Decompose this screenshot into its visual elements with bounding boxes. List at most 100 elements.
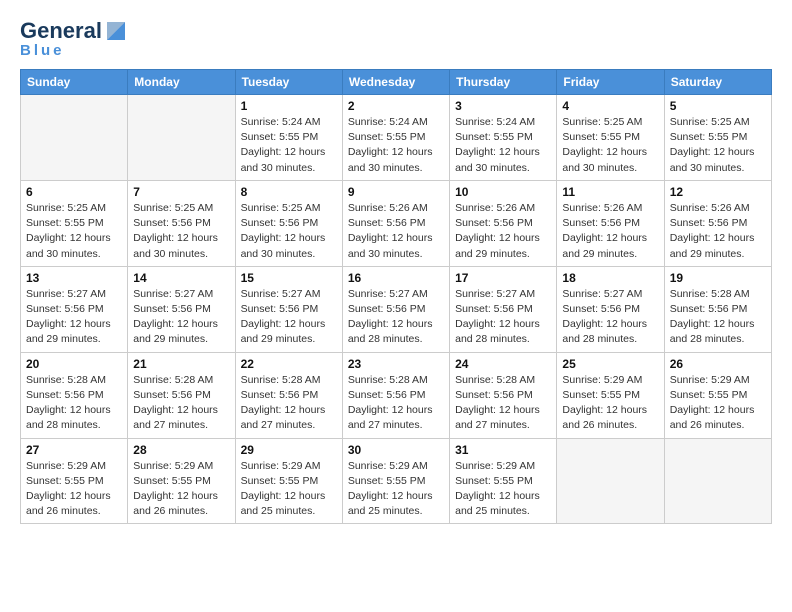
day-info: Sunrise: 5:29 AMSunset: 5:55 PMDaylight:… [562, 373, 658, 434]
day-info: Sunrise: 5:28 AMSunset: 5:56 PMDaylight:… [670, 287, 766, 348]
day-info: Sunrise: 5:27 AMSunset: 5:56 PMDaylight:… [562, 287, 658, 348]
day-number: 19 [670, 271, 766, 285]
day-number: 6 [26, 185, 122, 199]
day-number: 8 [241, 185, 337, 199]
day-info: Sunrise: 5:29 AMSunset: 5:55 PMDaylight:… [455, 459, 551, 520]
day-number: 7 [133, 185, 229, 199]
weekday-header-row: SundayMondayTuesdayWednesdayThursdayFrid… [21, 70, 772, 95]
day-info: Sunrise: 5:27 AMSunset: 5:56 PMDaylight:… [133, 287, 229, 348]
calendar-cell: 16 Sunrise: 5:27 AMSunset: 5:56 PMDayligh… [342, 266, 449, 352]
calendar-cell: 14 Sunrise: 5:27 AMSunset: 5:56 PMDayligh… [128, 266, 235, 352]
day-number: 4 [562, 99, 658, 113]
week-row-4: 20 Sunrise: 5:28 AMSunset: 5:56 PMDayligh… [21, 352, 772, 438]
day-info: Sunrise: 5:28 AMSunset: 5:56 PMDaylight:… [26, 373, 122, 434]
day-number: 18 [562, 271, 658, 285]
calendar-cell: 9Sunrise: 5:26 AMSunset: 5:56 PMDaylight… [342, 180, 449, 266]
week-row-3: 13 Sunrise: 5:27 AMSunset: 5:56 PMDayligh… [21, 266, 772, 352]
calendar-cell: 28 Sunrise: 5:29 AMSunset: 5:55 PMDayligh… [128, 438, 235, 524]
day-number: 12 [670, 185, 766, 199]
day-info: Sunrise: 5:24 AMSunset: 5:55 PMDaylight:… [241, 115, 337, 176]
day-info: Sunrise: 5:27 AMSunset: 5:56 PMDaylight:… [455, 287, 551, 348]
calendar-cell: 17Sunrise: 5:27 AMSunset: 5:56 PMDayligh… [450, 266, 557, 352]
day-number: 30 [348, 443, 444, 457]
day-info: Sunrise: 5:28 AMSunset: 5:56 PMDaylight:… [455, 373, 551, 434]
calendar-cell: 23 Sunrise: 5:28 AMSunset: 5:56 PMDayligh… [342, 352, 449, 438]
calendar-cell: 25Sunrise: 5:29 AMSunset: 5:55 PMDayligh… [557, 352, 664, 438]
day-info: Sunrise: 5:24 AMSunset: 5:55 PMDaylight:… [348, 115, 444, 176]
calendar-cell: 21Sunrise: 5:28 AMSunset: 5:56 PMDayligh… [128, 352, 235, 438]
logo-general-text: General [20, 18, 102, 44]
day-info: Sunrise: 5:27 AMSunset: 5:56 PMDaylight:… [26, 287, 122, 348]
day-number: 2 [348, 99, 444, 113]
calendar-cell: 12Sunrise: 5:26 AMSunset: 5:56 PMDayligh… [664, 180, 771, 266]
day-info: Sunrise: 5:26 AMSunset: 5:56 PMDaylight:… [348, 201, 444, 262]
calendar-cell [664, 438, 771, 524]
day-number: 26 [670, 357, 766, 371]
day-number: 16 [348, 271, 444, 285]
day-number: 22 [241, 357, 337, 371]
calendar-cell [21, 95, 128, 181]
day-info: Sunrise: 5:25 AMSunset: 5:55 PMDaylight:… [670, 115, 766, 176]
calendar-cell: 15Sunrise: 5:27 AMSunset: 5:56 PMDayligh… [235, 266, 342, 352]
day-number: 3 [455, 99, 551, 113]
page: General Blue SundayMondayTuesdayWednesda… [0, 0, 792, 612]
day-info: Sunrise: 5:25 AMSunset: 5:56 PMDaylight:… [241, 201, 337, 262]
weekday-header-wednesday: Wednesday [342, 70, 449, 95]
calendar-cell: 26 Sunrise: 5:29 AMSunset: 5:55 PMDayligh… [664, 352, 771, 438]
day-number: 5 [670, 99, 766, 113]
weekday-header-thursday: Thursday [450, 70, 557, 95]
weekday-header-tuesday: Tuesday [235, 70, 342, 95]
day-number: 1 [241, 99, 337, 113]
calendar-cell: 6 Sunrise: 5:25 AMSunset: 5:55 PMDaylight… [21, 180, 128, 266]
calendar-cell: 10 Sunrise: 5:26 AMSunset: 5:56 PMDayligh… [450, 180, 557, 266]
calendar-cell: 22 Sunrise: 5:28 AMSunset: 5:56 PMDayligh… [235, 352, 342, 438]
day-info: Sunrise: 5:29 AMSunset: 5:55 PMDaylight:… [348, 459, 444, 520]
day-number: 21 [133, 357, 229, 371]
calendar-cell: 24 Sunrise: 5:28 AMSunset: 5:56 PMDayligh… [450, 352, 557, 438]
day-info: Sunrise: 5:25 AMSunset: 5:56 PMDaylight:… [133, 201, 229, 262]
day-info: Sunrise: 5:29 AMSunset: 5:55 PMDaylight:… [133, 459, 229, 520]
day-info: Sunrise: 5:29 AMSunset: 5:55 PMDaylight:… [241, 459, 337, 520]
day-number: 27 [26, 443, 122, 457]
day-number: 31 [455, 443, 551, 457]
day-info: Sunrise: 5:28 AMSunset: 5:56 PMDaylight:… [241, 373, 337, 434]
calendar-cell: 3Sunrise: 5:24 AMSunset: 5:55 PMDaylight… [450, 95, 557, 181]
logo-container: General [20, 18, 127, 44]
day-number: 14 [133, 271, 229, 285]
day-number: 20 [26, 357, 122, 371]
calendar-cell: 20 Sunrise: 5:28 AMSunset: 5:56 PMDayligh… [21, 352, 128, 438]
day-info: Sunrise: 5:26 AMSunset: 5:56 PMDaylight:… [562, 201, 658, 262]
calendar-cell: 1 Sunrise: 5:24 AMSunset: 5:55 PMDaylight… [235, 95, 342, 181]
day-number: 13 [26, 271, 122, 285]
calendar-cell: 30 Sunrise: 5:29 AMSunset: 5:55 PMDayligh… [342, 438, 449, 524]
weekday-header-friday: Friday [557, 70, 664, 95]
header: General Blue [20, 18, 772, 59]
day-number: 24 [455, 357, 551, 371]
week-row-5: 27 Sunrise: 5:29 AMSunset: 5:55 PMDayligh… [21, 438, 772, 524]
week-row-2: 6 Sunrise: 5:25 AMSunset: 5:55 PMDaylight… [21, 180, 772, 266]
day-number: 23 [348, 357, 444, 371]
day-number: 29 [241, 443, 337, 457]
day-info: Sunrise: 5:25 AMSunset: 5:55 PMDaylight:… [26, 201, 122, 262]
day-info: Sunrise: 5:25 AMSunset: 5:55 PMDaylight:… [562, 115, 658, 176]
day-info: Sunrise: 5:29 AMSunset: 5:55 PMDaylight:… [670, 373, 766, 434]
day-info: Sunrise: 5:26 AMSunset: 5:56 PMDaylight:… [455, 201, 551, 262]
calendar-cell: 4 Sunrise: 5:25 AMSunset: 5:55 PMDaylight… [557, 95, 664, 181]
calendar-cell: 18 Sunrise: 5:27 AMSunset: 5:56 PMDayligh… [557, 266, 664, 352]
calendar-cell [557, 438, 664, 524]
calendar-table: SundayMondayTuesdayWednesdayThursdayFrid… [20, 69, 772, 524]
calendar-cell: 29 Sunrise: 5:29 AMSunset: 5:55 PMDayligh… [235, 438, 342, 524]
calendar-cell: 2 Sunrise: 5:24 AMSunset: 5:55 PMDaylight… [342, 95, 449, 181]
day-number: 10 [455, 185, 551, 199]
calendar-cell [128, 95, 235, 181]
logo-blue-label: Blue [20, 42, 65, 59]
calendar-cell: 31 Sunrise: 5:29 AMSunset: 5:55 PMDayligh… [450, 438, 557, 524]
calendar-cell: 19 Sunrise: 5:28 AMSunset: 5:56 PMDayligh… [664, 266, 771, 352]
calendar-cell: 8 Sunrise: 5:25 AMSunset: 5:56 PMDaylight… [235, 180, 342, 266]
weekday-header-saturday: Saturday [664, 70, 771, 95]
day-number: 15 [241, 271, 337, 285]
day-number: 28 [133, 443, 229, 457]
logo: General Blue [20, 18, 127, 59]
day-info: Sunrise: 5:28 AMSunset: 5:56 PMDaylight:… [348, 373, 444, 434]
day-info: Sunrise: 5:27 AMSunset: 5:56 PMDaylight:… [348, 287, 444, 348]
